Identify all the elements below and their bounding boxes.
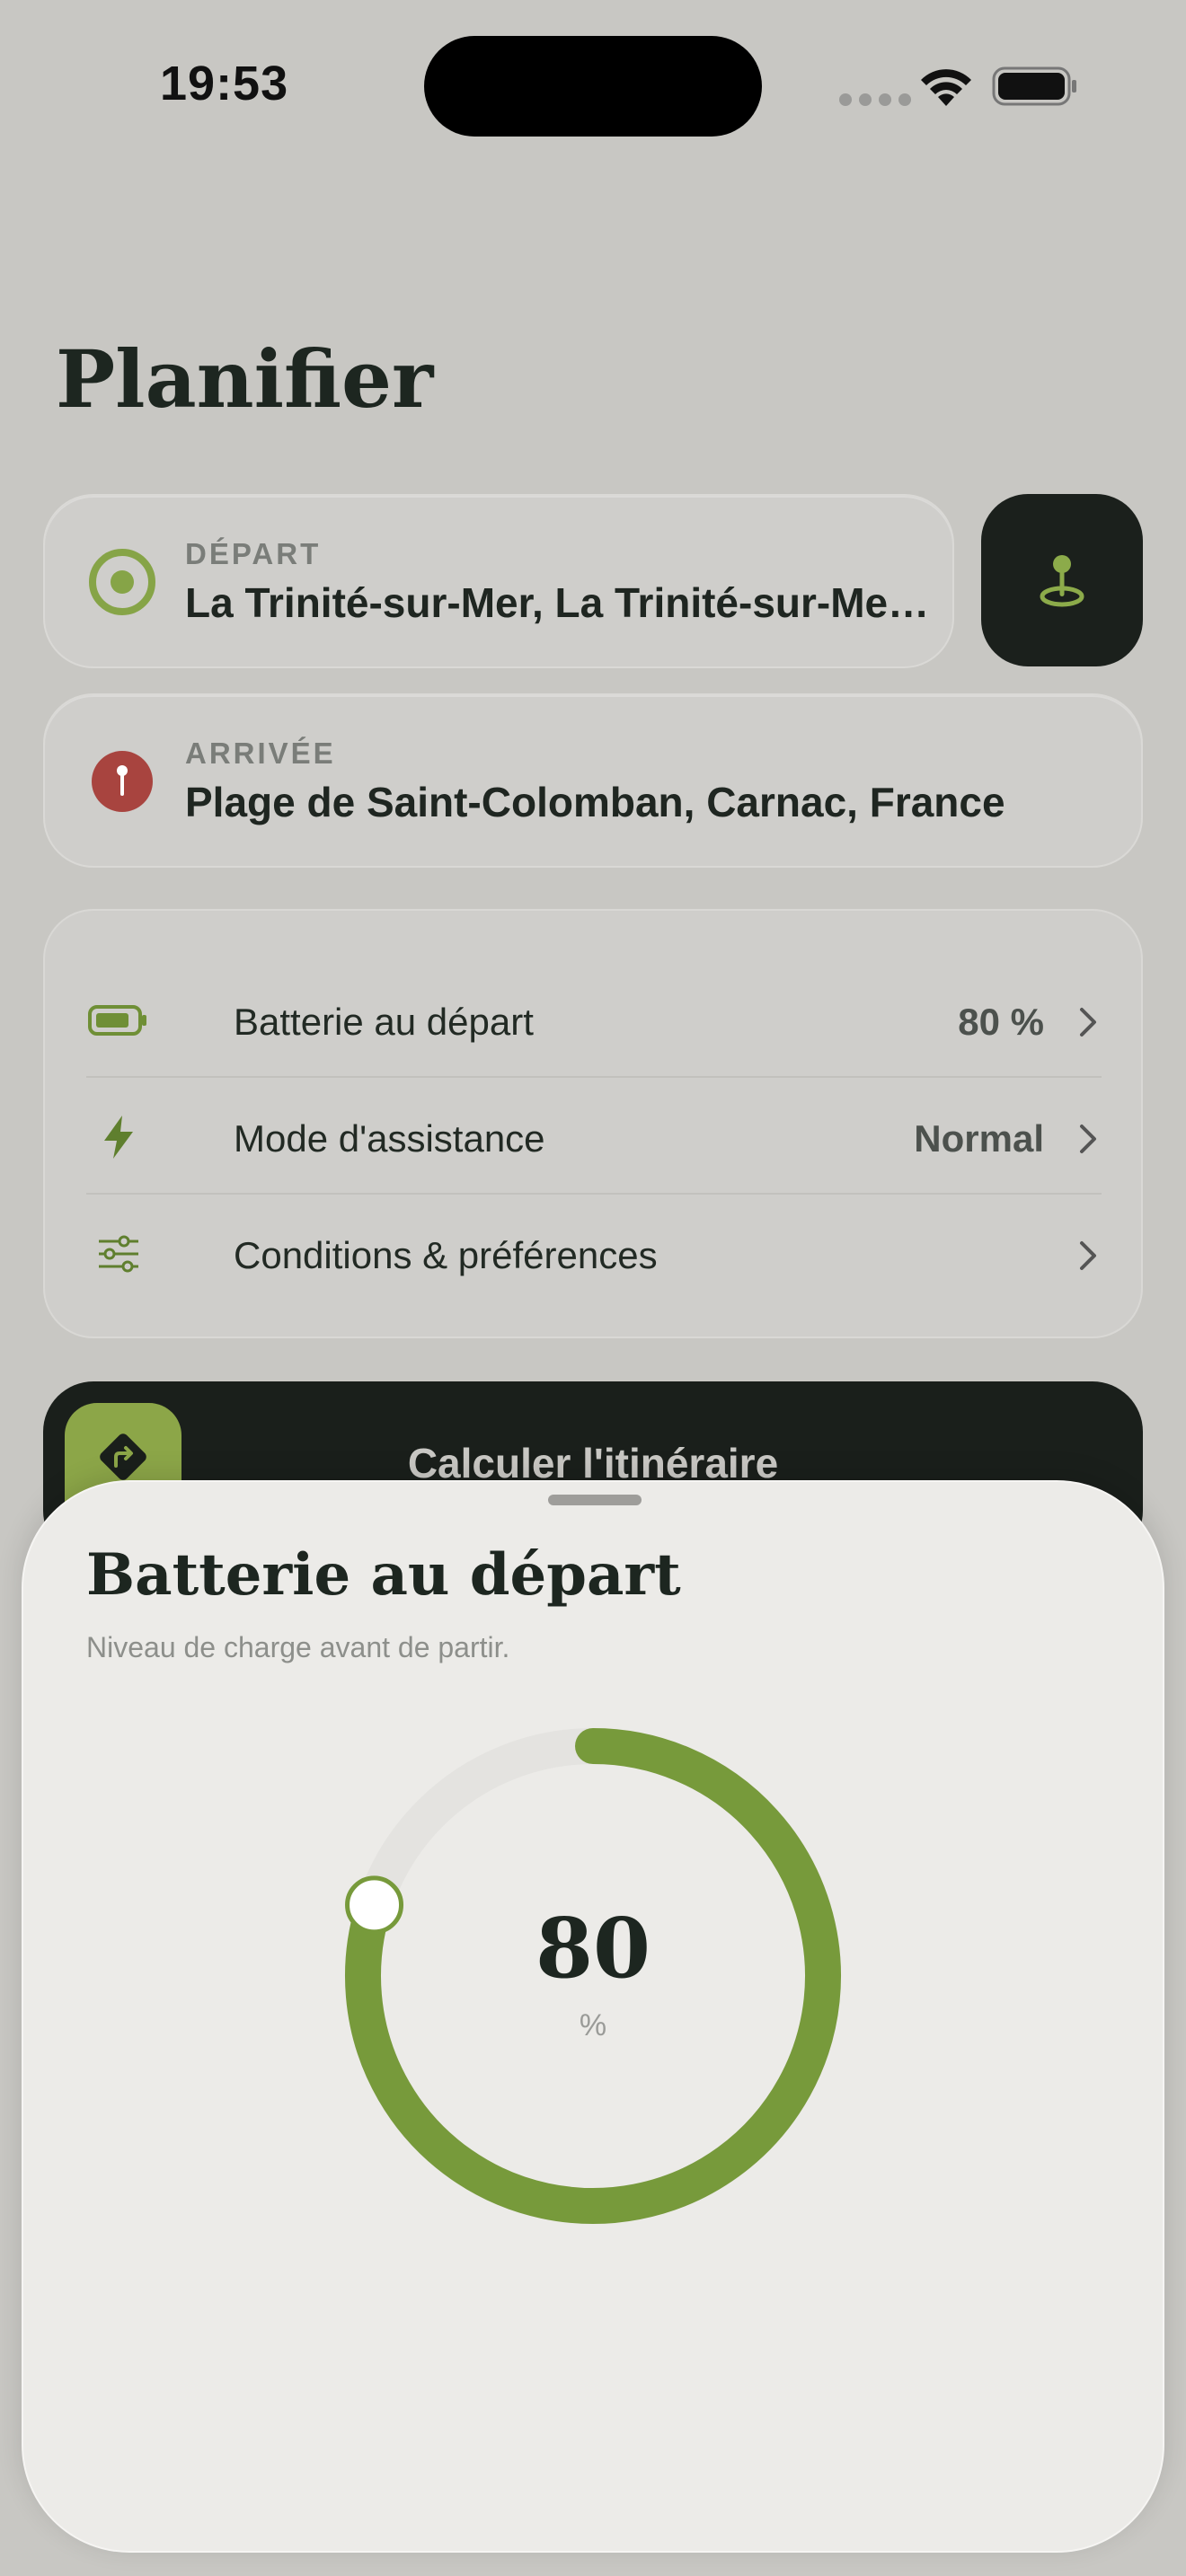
setting-label: Mode d'assistance	[234, 1117, 545, 1160]
departure-field[interactable]: DÉPART La Trinité-sur-Mer, La Trinité-su…	[43, 494, 954, 668]
departure-label: DÉPART	[185, 537, 322, 570]
chevron-right-icon	[1080, 1241, 1096, 1270]
setting-row-battery[interactable]: Batterie au départ 80 %	[86, 963, 1102, 1078]
sheet-title: Batterie au départ	[86, 1541, 681, 1609]
divider	[86, 1076, 1102, 1078]
location-pin-icon	[1040, 555, 1084, 607]
page-title: Planifier	[56, 332, 434, 426]
battery-level-value: 80	[535, 1900, 651, 1997]
trip-settings-card: Batterie au départ 80 % Mode d'assistanc…	[43, 909, 1143, 1338]
status-bar: 19:53	[0, 0, 1186, 171]
setting-row-assist-mode[interactable]: Mode d'assistance Normal	[86, 1080, 1102, 1195]
arrival-field[interactable]: ARRIVÉE Plage de Saint-Colomban, Carnac,…	[43, 693, 1143, 868]
chevron-right-icon	[1080, 1125, 1096, 1153]
battery-icon	[86, 997, 151, 1044]
sheet-subtitle: Niveau de charge avant de partir.	[86, 1631, 510, 1663]
dynamic-island	[424, 36, 762, 137]
status-time: 19:53	[160, 57, 289, 110]
setting-label: Batterie au départ	[234, 1001, 534, 1043]
destination-pin-icon	[92, 751, 153, 812]
divider	[86, 1193, 1102, 1195]
setting-value: Normal	[914, 1117, 1044, 1160]
bolt-icon	[86, 1114, 151, 1160]
arrival-label: ARRIVÉE	[185, 737, 336, 770]
setting-row-conditions[interactable]: Conditions & préférences	[86, 1196, 1102, 1311]
origin-target-icon	[89, 549, 155, 615]
arrival-value: Plage de Saint-Colomban, Carnac, France	[185, 779, 1005, 825]
setting-label: Conditions & préférences	[234, 1234, 658, 1276]
chevron-right-icon	[1080, 1008, 1096, 1037]
current-location-button[interactable]	[981, 494, 1143, 666]
battery-status-icon	[992, 66, 1076, 106]
wifi-icon	[921, 69, 971, 106]
sheet-grabber[interactable]	[548, 1495, 642, 1505]
battery-level-unit: %	[579, 2008, 607, 2042]
cellular-signal-icon	[839, 93, 911, 106]
setting-value: 80 %	[958, 1001, 1044, 1043]
sliders-icon	[86, 1231, 151, 1277]
departure-value: La Trinité-sur-Mer, La Trinité-sur-Mer, …	[185, 579, 931, 626]
